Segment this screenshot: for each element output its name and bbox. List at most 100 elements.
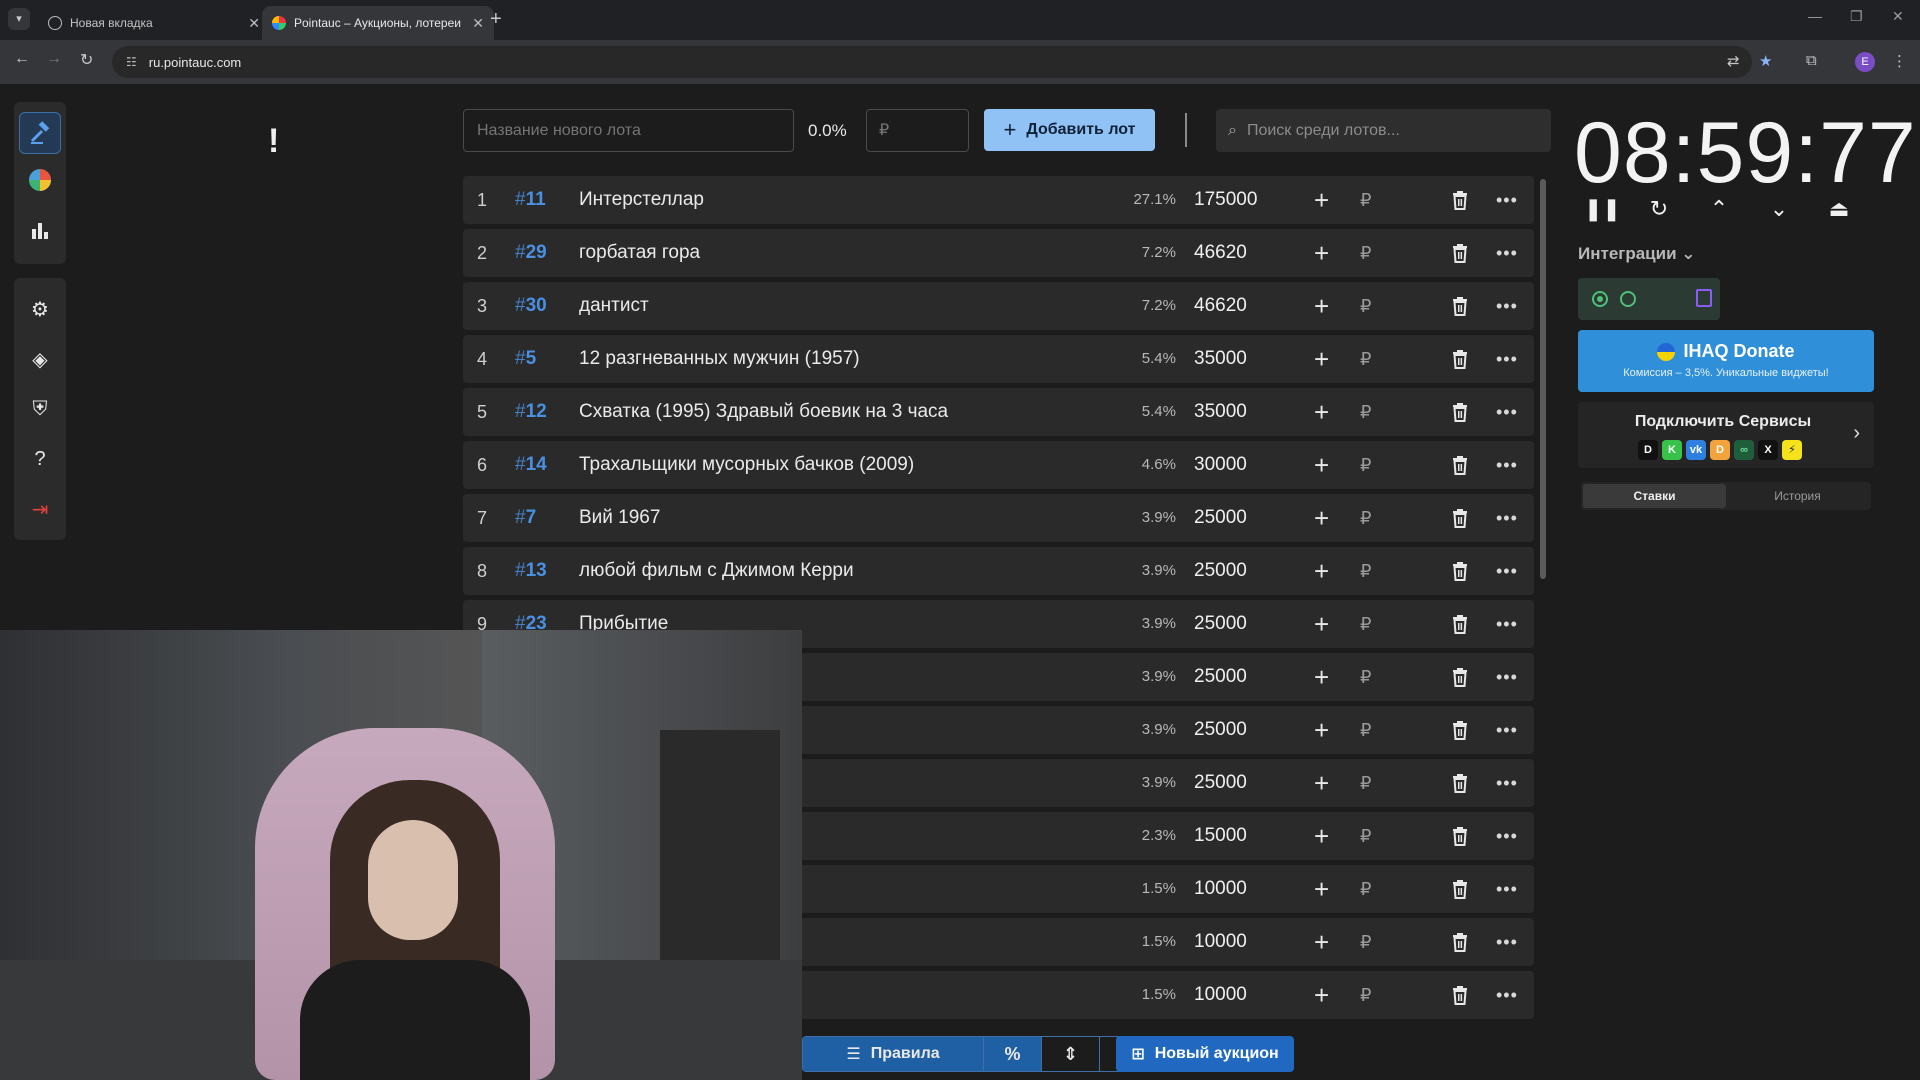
new-lot-amount-input[interactable] <box>866 109 969 152</box>
forward-icon[interactable]: → <box>46 50 62 68</box>
more-options-icon[interactable]: ••• <box>1496 653 1518 701</box>
status-on-icon[interactable] <box>1592 291 1608 307</box>
donate-banner[interactable]: IHAQ Donate Комиссия – 3,5%. Уникальные … <box>1578 330 1874 392</box>
more-options-icon[interactable]: ••• <box>1496 759 1518 807</box>
tab-search-button[interactable]: ▾ <box>8 8 30 30</box>
double-chevron-up-icon[interactable]: ⏏ <box>1824 194 1854 224</box>
add-amount-icon[interactable]: + <box>1314 971 1329 1019</box>
address-bar[interactable]: ☷ ru.pointauc.com <box>112 46 1752 78</box>
lot-amount[interactable]: 46620 <box>1194 229 1247 277</box>
lot-amount[interactable]: 25000 <box>1194 547 1247 595</box>
tab-history[interactable]: История <box>1726 484 1869 508</box>
add-amount-icon[interactable]: + <box>1314 812 1329 860</box>
ruble-input[interactable]: ₽ <box>1360 706 1371 754</box>
lot-name[interactable]: горбатая гора <box>579 229 700 277</box>
sidebar-item-settings[interactable]: ⚙ <box>14 284 66 334</box>
trash-icon[interactable] <box>1451 388 1473 436</box>
trash-icon[interactable] <box>1451 600 1473 648</box>
more-options-icon[interactable]: ••• <box>1496 706 1518 754</box>
more-options-icon[interactable]: ••• <box>1496 918 1518 966</box>
trash-icon[interactable] <box>1451 812 1473 860</box>
ruble-input[interactable]: ₽ <box>1360 971 1371 1019</box>
lot-amount[interactable]: 15000 <box>1194 812 1247 860</box>
add-amount-icon[interactable]: + <box>1314 229 1329 277</box>
sidebar-item-help[interactable]: ? <box>14 434 66 484</box>
chevron-up-icon[interactable]: ⌃ <box>1704 194 1734 224</box>
lot-amount[interactable]: 35000 <box>1194 335 1247 383</box>
sidebar-item-auction[interactable] <box>14 108 66 158</box>
lot-amount[interactable]: 10000 <box>1194 865 1247 913</box>
trash-icon[interactable] <box>1451 494 1473 542</box>
ruble-input[interactable]: ₽ <box>1360 441 1371 489</box>
trash-icon[interactable] <box>1451 865 1473 913</box>
trash-icon[interactable] <box>1451 653 1473 701</box>
lot-amount[interactable]: 25000 <box>1194 706 1247 754</box>
trash-icon[interactable] <box>1451 918 1473 966</box>
twitch-icon[interactable] <box>1696 289 1712 307</box>
more-options-icon[interactable]: ••• <box>1496 547 1518 595</box>
more-options-icon[interactable]: ••• <box>1496 441 1518 489</box>
lot-amount[interactable]: 46620 <box>1194 282 1247 330</box>
lot-name[interactable]: Интерстеллар <box>579 176 704 224</box>
ruble-input[interactable]: ₽ <box>1360 547 1371 595</box>
more-options-icon[interactable]: ••• <box>1496 971 1518 1019</box>
more-options-icon[interactable]: ••• <box>1496 388 1518 436</box>
lot-search-input[interactable]: ⌕ Поиск среди лотов... <box>1216 109 1551 152</box>
more-options-icon[interactable]: ••• <box>1496 335 1518 383</box>
tab-bids[interactable]: Ставки <box>1583 484 1726 508</box>
reload-icon[interactable]: ↻ <box>80 50 93 70</box>
sidebar-item-wheel[interactable] <box>14 158 66 208</box>
lot-name[interactable]: Схватка (1995) Здравый боевик на 3 часа <box>579 388 948 436</box>
trash-icon[interactable] <box>1451 971 1473 1019</box>
add-lot-button[interactable]: + Добавить лот <box>984 109 1155 151</box>
trash-icon[interactable] <box>1451 441 1473 489</box>
bookmark-star-icon[interactable]: ★ <box>1759 52 1772 70</box>
lot-name[interactable]: 12 разгневанных мужчин (1957) <box>579 335 860 383</box>
percent-toggle-button[interactable]: % <box>983 1037 1041 1071</box>
lot-amount[interactable]: 25000 <box>1194 494 1247 542</box>
ruble-input[interactable]: ₽ <box>1360 600 1371 648</box>
lot-amount[interactable]: 25000 <box>1194 600 1247 648</box>
add-amount-icon[interactable]: + <box>1314 600 1329 648</box>
more-options-icon[interactable]: ••• <box>1496 600 1518 648</box>
browser-tab-pointauc[interactable]: Pointauc – Аукционы, лотереи ✕ <box>262 6 494 40</box>
ruble-input[interactable]: ₽ <box>1360 282 1371 330</box>
add-amount-icon[interactable]: + <box>1314 706 1329 754</box>
extensions-icon[interactable]: ⧉ <box>1806 52 1817 69</box>
lot-amount[interactable]: 10000 <box>1194 918 1247 966</box>
trash-icon[interactable] <box>1451 759 1473 807</box>
ruble-input[interactable]: ₽ <box>1360 759 1371 807</box>
more-options-icon[interactable]: ••• <box>1496 812 1518 860</box>
lot-amount[interactable]: 175000 <box>1194 176 1257 224</box>
lot-name[interactable]: Трахальщики мусорных бачков (2009) <box>579 441 914 489</box>
lot-amount[interactable]: 25000 <box>1194 759 1247 807</box>
lot-name[interactable]: Вий 1967 <box>579 494 660 542</box>
new-auction-button[interactable]: ⊞ Новый аукцион <box>1116 1036 1294 1072</box>
restore-icon[interactable]: ❐ <box>1850 8 1863 25</box>
add-amount-icon[interactable]: + <box>1314 494 1329 542</box>
lot-amount[interactable]: 30000 <box>1194 441 1247 489</box>
ruble-input[interactable]: ₽ <box>1360 918 1371 966</box>
add-amount-icon[interactable]: + <box>1314 441 1329 489</box>
connect-services-card[interactable]: Подключить Сервисы D K vk D ∞ X ⚡ › <box>1578 402 1874 468</box>
add-amount-icon[interactable]: + <box>1314 653 1329 701</box>
trash-icon[interactable] <box>1451 335 1473 383</box>
more-options-icon[interactable]: ••• <box>1496 865 1518 913</box>
rules-button[interactable]: ☰ Правила <box>803 1037 983 1071</box>
ruble-input[interactable]: ₽ <box>1360 229 1371 277</box>
minimize-icon[interactable]: — <box>1808 8 1822 24</box>
integrations-toggle[interactable]: Интеграции ⌄ <box>1578 244 1696 264</box>
compact-view-button[interactable]: ⇕ <box>1041 1037 1099 1071</box>
trash-icon[interactable] <box>1451 547 1473 595</box>
new-tab-button[interactable]: + <box>490 8 502 31</box>
ruble-input[interactable]: ₽ <box>1360 494 1371 542</box>
add-amount-icon[interactable]: + <box>1314 388 1329 436</box>
ruble-input[interactable]: ₽ <box>1360 388 1371 436</box>
lots-scrollbar[interactable] <box>1540 179 1546 579</box>
lot-name[interactable]: любой фильм с Джимом Керри <box>579 547 854 595</box>
add-amount-icon[interactable]: + <box>1314 176 1329 224</box>
back-icon[interactable]: ← <box>14 50 30 68</box>
reset-icon[interactable]: ↻ <box>1644 194 1674 224</box>
translate-icon[interactable]: ⇄ <box>1727 52 1740 70</box>
add-amount-icon[interactable]: + <box>1314 865 1329 913</box>
